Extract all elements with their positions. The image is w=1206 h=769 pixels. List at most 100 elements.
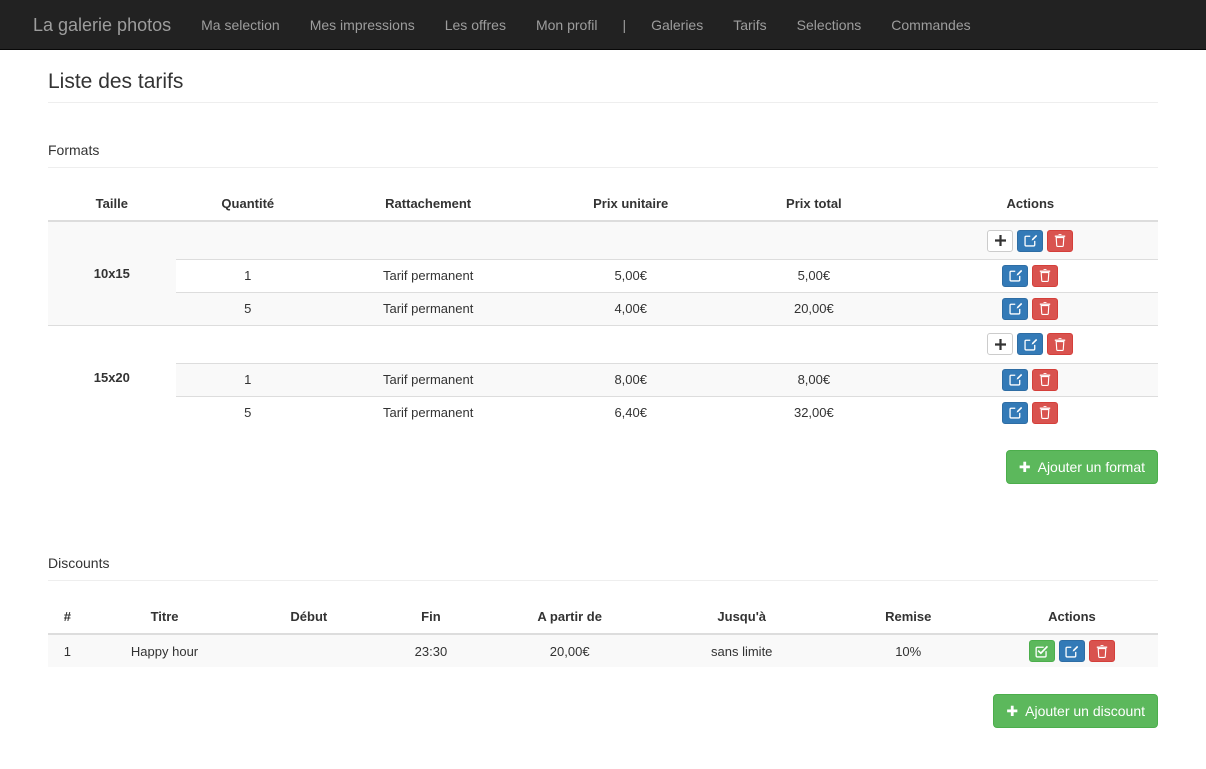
- edit-square-icon: [1009, 269, 1022, 283]
- format-row-actions-cell: [902, 258, 1158, 293]
- formats-section-header: Formats: [48, 142, 1158, 169]
- col-header-prix-unitaire: Prix unitaire: [536, 188, 726, 223]
- formats-header-row: Taille Quantité Rattachement Prix unitai…: [48, 188, 1158, 223]
- format-row-action-buttons: [1002, 297, 1059, 320]
- nav-item-commandes[interactable]: Commandes: [876, 0, 985, 50]
- format-group-empty-quantity: [175, 324, 320, 364]
- edit-discount-button[interactable]: [1058, 640, 1085, 663]
- discount-num-cell: 1: [48, 633, 87, 668]
- col-header-remise: Remise: [830, 601, 986, 636]
- plus-icon: [994, 235, 1006, 247]
- delete-tarif-button[interactable]: [1032, 264, 1059, 287]
- col-header-actions: Actions: [902, 188, 1158, 223]
- delete-tarif-button[interactable]: [1032, 297, 1059, 320]
- col-header-prix-total: Prix total: [725, 188, 903, 223]
- format-tarif-row: 1 Tarif permanent 5,00€ 5,00€: [48, 258, 1158, 293]
- add-format-button-label: Ajouter un format: [1037, 458, 1145, 475]
- check-square-icon: [1035, 645, 1049, 658]
- add-discount-button[interactable]: ✚ Ajouter un discount: [993, 694, 1158, 729]
- trash-icon: [1039, 406, 1051, 420]
- nav-separator: |: [622, 17, 627, 33]
- validate-discount-button[interactable]: [1028, 640, 1055, 663]
- edit-format-button[interactable]: [1017, 333, 1044, 356]
- page-header: Liste des tarifs: [48, 70, 1158, 104]
- col-header-jusqua: Jusqu'à: [652, 601, 831, 636]
- discount-row: 1 Happy hour 23:30 20,00€ sans limite 10%: [48, 633, 1158, 668]
- format-total-price-cell: 5,00€: [725, 258, 903, 293]
- main-navbar: La galerie photos Ma selection Mes impre…: [0, 0, 1206, 50]
- delete-format-button[interactable]: [1047, 333, 1074, 356]
- plus-icon: ✚: [1006, 703, 1019, 720]
- page-container: Liste des tarifs Formats Taille Quantité…: [33, 70, 1173, 729]
- format-row-actions-cell: [902, 362, 1158, 397]
- discount-from-cell: 20,00€: [486, 633, 653, 668]
- format-group-header-row: 10x15: [48, 220, 1158, 326]
- edit-tarif-button[interactable]: [1002, 264, 1029, 287]
- edit-tarif-button[interactable]: [1002, 297, 1029, 320]
- add-tarif-button[interactable]: [987, 333, 1014, 356]
- format-unit-price-cell: 5,00€: [536, 258, 726, 293]
- delete-tarif-button[interactable]: [1032, 401, 1059, 424]
- discounts-table: # Titre Début Fin A partir de Jusqu'à Re…: [48, 601, 1158, 668]
- format-group-actions-cell: [902, 220, 1158, 260]
- navbar-primary-nav: Ma selection Mes impressions Les offres …: [186, 0, 986, 49]
- discount-start-cell: [242, 633, 376, 668]
- discounts-header-row: # Titre Début Fin A partir de Jusqu'à Re…: [48, 601, 1158, 636]
- delete-discount-button[interactable]: [1088, 640, 1115, 663]
- nav-item-galeries[interactable]: Galeries: [636, 0, 718, 50]
- format-quantity-cell: 1: [175, 362, 320, 397]
- trash-icon: [1096, 644, 1108, 658]
- trash-icon: [1039, 302, 1051, 316]
- edit-tarif-button[interactable]: [1002, 368, 1029, 391]
- delete-tarif-button[interactable]: [1032, 368, 1059, 391]
- edit-square-icon: [1024, 338, 1037, 351]
- format-unit-price-cell: 4,00€: [536, 291, 726, 326]
- format-quantity-cell: 5: [175, 395, 320, 429]
- format-group-empty-quantity: [175, 220, 320, 260]
- add-format-row: ✚ Ajouter un format: [48, 449, 1158, 484]
- trash-icon: [1054, 234, 1066, 248]
- add-tarif-button[interactable]: [987, 229, 1014, 252]
- formats-table-body: 10x15 1 Tarif permanent 5,00€ 5,00€ 5 Tarif pe…: [48, 220, 1158, 429]
- col-header-discount-actions: Actions: [985, 601, 1158, 636]
- col-header-titre: Titre: [86, 601, 243, 636]
- col-header-debut: Début: [242, 601, 376, 636]
- format-row-actions-cell: [902, 291, 1158, 326]
- edit-square-icon: [1009, 302, 1022, 316]
- format-group-empty-unit-price: [536, 324, 726, 364]
- plus-icon: [994, 338, 1006, 350]
- format-group-header-row: 15x20: [48, 324, 1158, 429]
- format-row-action-buttons: [1002, 368, 1059, 391]
- format-group-actions-cell: [902, 324, 1158, 364]
- formats-table: Taille Quantité Rattachement Prix unitai…: [48, 188, 1158, 429]
- edit-format-button[interactable]: [1017, 229, 1044, 252]
- page-title: Liste des tarifs: [48, 70, 184, 93]
- add-format-button[interactable]: ✚ Ajouter un format: [1005, 449, 1158, 484]
- discounts-heading: Discounts: [48, 554, 110, 571]
- add-discount-row: ✚ Ajouter un discount: [48, 694, 1158, 729]
- format-rattachement-cell: Tarif permanent: [319, 395, 537, 429]
- plus-icon: ✚: [1018, 458, 1031, 475]
- format-tarif-row: 1 Tarif permanent 8,00€ 8,00€: [48, 362, 1158, 397]
- edit-square-icon: [1024, 234, 1037, 247]
- format-group-empty-unit-price: [536, 220, 726, 260]
- trash-icon: [1039, 269, 1051, 283]
- format-size-cell: 10x15: [48, 220, 176, 326]
- nav-item-les-offres[interactable]: Les offres: [430, 0, 521, 50]
- nav-item-tarifs[interactable]: Tarifs: [718, 0, 781, 50]
- format-row-actions-cell: [902, 395, 1158, 429]
- discount-actions-cell: [985, 633, 1158, 668]
- nav-item-mes-impressions[interactable]: Mes impressions: [295, 0, 430, 50]
- nav-item-mon-profil[interactable]: Mon profil: [521, 0, 612, 50]
- discount-action-buttons: [1028, 640, 1115, 663]
- format-unit-price-cell: 6,40€: [536, 395, 726, 429]
- edit-square-icon: [1009, 406, 1022, 420]
- format-rattachement-cell: Tarif permanent: [319, 291, 537, 326]
- edit-tarif-button[interactable]: [1002, 401, 1029, 424]
- nav-item-selections[interactable]: Selections: [782, 0, 877, 50]
- format-row-action-buttons: [1002, 401, 1059, 424]
- delete-format-button[interactable]: [1047, 229, 1074, 252]
- format-group-empty-total-price: [725, 324, 903, 364]
- brand-link[interactable]: La galerie photos: [18, 0, 186, 50]
- nav-item-ma-selection[interactable]: Ma selection: [186, 0, 295, 50]
